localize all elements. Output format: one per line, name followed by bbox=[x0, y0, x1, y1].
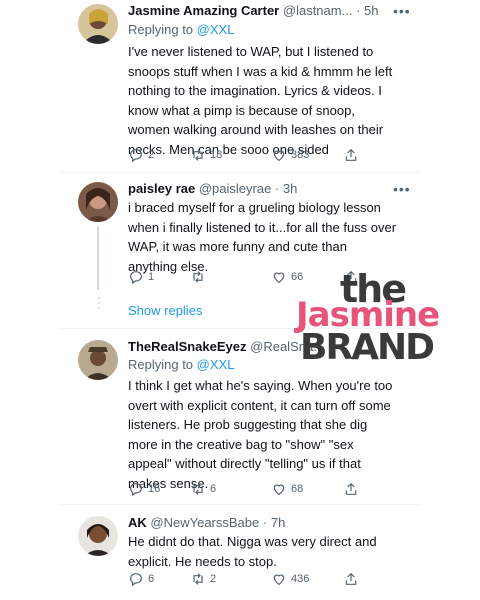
share-button[interactable] bbox=[343, 480, 363, 498]
reply-icon bbox=[130, 149, 142, 163]
reply-button[interactable]: 16 bbox=[128, 480, 160, 498]
tweet-header: Jasmine Amazing Carter @lastnam... · 5h bbox=[128, 3, 379, 18]
share-icon bbox=[345, 148, 357, 161]
tweet-text: I've never listened to WAP, but I listen… bbox=[128, 44, 393, 157]
reply-button[interactable]: 1 bbox=[128, 268, 154, 286]
like-count: 383 bbox=[291, 149, 310, 161]
reply-icon bbox=[130, 483, 142, 497]
like-icon bbox=[273, 272, 285, 284]
like-icon bbox=[273, 574, 285, 586]
tweet-text: i braced myself for a grueling biology l… bbox=[128, 200, 397, 274]
share-button[interactable] bbox=[343, 146, 363, 164]
avatar[interactable] bbox=[78, 340, 118, 380]
retweet-button[interactable] bbox=[190, 268, 210, 286]
avatar[interactable] bbox=[78, 4, 118, 44]
display-name[interactable]: paisley rae bbox=[128, 181, 195, 196]
retweet-icon bbox=[193, 483, 203, 495]
tweet-4[interactable]: AK @NewYearssBabe · 7h He didnt do that.… bbox=[0, 512, 480, 600]
like-button[interactable]: 436 bbox=[271, 570, 309, 588]
show-replies-link[interactable]: Show replies bbox=[128, 303, 202, 318]
replying-to: Replying to @XXL bbox=[128, 357, 235, 372]
reply-button[interactable]: 6 bbox=[128, 570, 154, 588]
watermark-logo: the Jasmine BRAND bbox=[296, 270, 472, 370]
retweet-button[interactable]: 2 bbox=[190, 570, 216, 588]
retweet-icon bbox=[193, 271, 203, 283]
retweet-icon bbox=[193, 573, 203, 585]
tweet-1[interactable]: Jasmine Amazing Carter @lastnam... · 5h … bbox=[0, 0, 480, 172]
tweet-actions: 6 2 436 bbox=[128, 570, 358, 590]
timestamp[interactable]: 3h bbox=[283, 181, 297, 196]
reply-count: 6 bbox=[148, 573, 155, 585]
share-icon bbox=[345, 482, 357, 495]
replying-to: Replying to @XXL bbox=[128, 22, 235, 37]
retweet-button[interactable]: 6 bbox=[190, 480, 216, 498]
divider bbox=[60, 504, 420, 505]
display-name[interactable]: AK bbox=[128, 515, 147, 530]
tweet-text: I think I get what he's saying. When you… bbox=[128, 378, 393, 491]
reply-icon bbox=[130, 573, 142, 587]
share-icon bbox=[345, 572, 357, 585]
thread-line bbox=[97, 226, 99, 290]
share-button[interactable] bbox=[343, 570, 363, 588]
thread-dots bbox=[97, 297, 101, 312]
user-handle[interactable]: @NewYearssBabe bbox=[150, 515, 259, 530]
reply-icon bbox=[130, 271, 142, 285]
tweet-header: AK @NewYearssBabe · 7h bbox=[128, 515, 286, 530]
tweet-actions: 16 6 68 bbox=[128, 480, 358, 500]
tweet-text: He didnt do that. Nigga was very direct … bbox=[128, 534, 377, 569]
reply-count: 2 bbox=[148, 149, 155, 161]
more-icon[interactable]: ••• bbox=[393, 182, 411, 196]
divider bbox=[60, 172, 420, 173]
retweet-icon bbox=[193, 149, 203, 161]
display-name[interactable]: TheRealSnakeEyez bbox=[128, 339, 247, 354]
timestamp[interactable]: 5h bbox=[364, 3, 378, 18]
tweet-actions: 2 18 383 bbox=[128, 146, 358, 166]
more-icon[interactable]: ••• bbox=[393, 4, 411, 18]
reply-count: 1 bbox=[148, 271, 155, 283]
like-icon bbox=[273, 484, 285, 496]
reply-button[interactable]: 2 bbox=[128, 146, 154, 164]
watermark-brand: BRAND bbox=[300, 327, 435, 368]
avatar[interactable] bbox=[78, 516, 118, 556]
like-count: 68 bbox=[291, 483, 304, 495]
like-count: 436 bbox=[291, 573, 310, 585]
timestamp[interactable]: 7h bbox=[271, 515, 285, 530]
user-handle[interactable]: @lastnam... bbox=[283, 3, 353, 18]
like-button[interactable]: 383 bbox=[271, 146, 309, 164]
retweet-button[interactable]: 18 bbox=[190, 146, 222, 164]
avatar[interactable] bbox=[78, 182, 118, 222]
display-name[interactable]: Jasmine Amazing Carter bbox=[128, 3, 279, 18]
reply-count: 16 bbox=[148, 483, 161, 495]
like-icon bbox=[273, 150, 285, 162]
tweet-header: paisley rae @paisleyrae · 3h bbox=[128, 181, 298, 196]
retweet-count: 2 bbox=[210, 573, 217, 585]
replying-to-link[interactable]: @XXL bbox=[197, 22, 235, 37]
like-button[interactable]: 68 bbox=[271, 480, 303, 498]
user-handle[interactable]: @paisleyrae bbox=[199, 181, 271, 196]
replying-to-link[interactable]: @XXL bbox=[197, 357, 235, 372]
retweet-count: 18 bbox=[210, 149, 223, 161]
retweet-count: 6 bbox=[210, 483, 217, 495]
